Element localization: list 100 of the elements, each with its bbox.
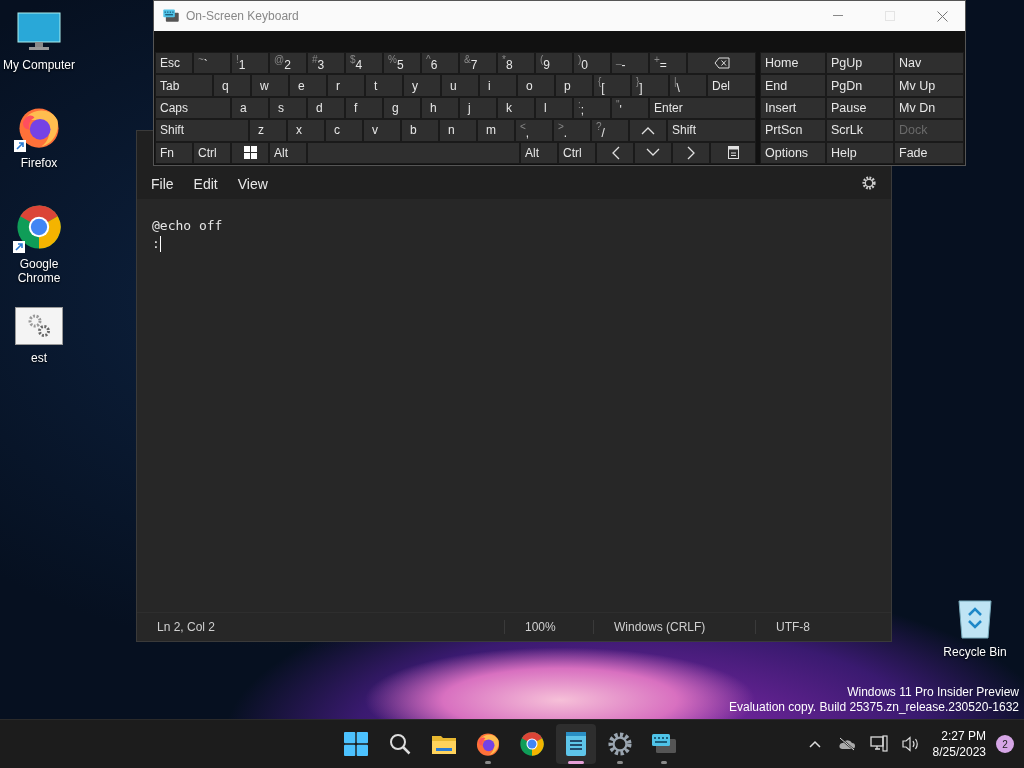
monitor-icon	[17, 12, 61, 52]
desktop-icon-label[interactable]: Firefox	[0, 156, 78, 170]
keyboard-key[interactable]: PgUp	[826, 52, 894, 75]
keyboard-key[interactable]: Alt	[520, 141, 558, 164]
keyboard-key[interactable]: d	[307, 96, 345, 120]
windows-key[interactable]	[231, 141, 269, 164]
menu-item[interactable]: File	[151, 172, 188, 196]
keyboard-key[interactable]: *8	[497, 52, 535, 75]
keyboard-key[interactable]: :;	[573, 96, 611, 120]
menu-item[interactable]: View	[237, 172, 282, 196]
keyboard-key[interactable]: p	[555, 74, 593, 97]
keyboard-key[interactable]: _-	[611, 52, 649, 75]
keyboard-key[interactable]: Nav	[894, 52, 964, 75]
keyboard-key[interactable]: z	[249, 119, 287, 142]
keyboard-key[interactable]: ?/	[591, 119, 629, 142]
recycle-bin-icon	[957, 597, 993, 639]
keyboard-key[interactable]: Shift	[155, 119, 249, 142]
keyboard-key[interactable]: w	[251, 74, 289, 97]
menu-key[interactable]	[710, 141, 756, 164]
keyboard-key[interactable]: a	[231, 96, 269, 120]
menu-item[interactable]: Edit	[193, 172, 232, 196]
keyboard-key[interactable]: Ctrl	[558, 141, 596, 164]
keyboard-key[interactable]: Pause	[826, 96, 894, 120]
left-chevron-icon	[610, 145, 620, 160]
chrome-icon	[15, 203, 63, 251]
keyboard-key[interactable]: y	[403, 74, 441, 97]
keyboard-key[interactable]: x	[287, 119, 325, 142]
desktop-icon-label[interactable]: Recycle Bin	[936, 645, 1014, 659]
keyboard-key[interactable]: c	[325, 119, 363, 142]
down-key[interactable]	[634, 141, 672, 164]
keyboard-key[interactable]: (9	[535, 52, 573, 75]
keyboard-key[interactable]: Options	[760, 141, 826, 164]
keyboard-key[interactable]: m	[477, 119, 515, 142]
keyboard-key[interactable]: <,	[515, 119, 553, 142]
left-key[interactable]	[596, 141, 634, 164]
keyboard-key[interactable]: h	[421, 96, 459, 120]
keyboard-key[interactable]: &7	[459, 52, 497, 75]
notification-badge[interactable]: 2	[996, 735, 1014, 753]
keyboard-key[interactable]: Enter	[649, 96, 756, 120]
keyboard-key[interactable]: r	[327, 74, 365, 97]
chevron-up-icon[interactable]	[808, 740, 821, 748]
keyboard-key[interactable]: {[	[593, 74, 631, 97]
keyboard-key[interactable]: |\	[669, 74, 707, 97]
keyboard-key[interactable]: ScrLk	[826, 119, 894, 142]
taskbar-button[interactable]	[556, 724, 596, 764]
keyboard-key[interactable]: Fade	[894, 141, 964, 164]
keyboard-key[interactable]: Insert	[760, 96, 826, 120]
keyboard-key[interactable]: b	[401, 119, 439, 142]
keyboard-key[interactable]: ~`	[193, 52, 231, 75]
keyboard-key[interactable]: n	[439, 119, 477, 142]
keyboard-key[interactable]: k	[497, 96, 535, 120]
keyboard-key[interactable]: +=	[649, 52, 687, 75]
keyboard-key[interactable]: Alt	[269, 141, 307, 164]
keyboard-key[interactable]: g	[383, 96, 421, 120]
keyboard-key[interactable]: Shift	[667, 119, 756, 142]
keyboard-key[interactable]: Help	[826, 141, 894, 164]
right-key[interactable]	[672, 141, 710, 164]
keyboard-key[interactable]: f	[345, 96, 383, 120]
keyboard-key[interactable]: Tab	[155, 74, 213, 97]
keyboard-key[interactable]: Caps	[155, 96, 231, 120]
keyboard-key[interactable]: Ctrl	[193, 141, 231, 164]
keyboard-key[interactable]: s	[269, 96, 307, 120]
keyboard-key[interactable]: }]	[631, 74, 669, 97]
text-editor[interactable]: @echo off :	[137, 199, 891, 612]
clock[interactable]: 2:27 PM 8/25/2023	[928, 728, 992, 760]
keyboard-key[interactable]: Home	[760, 52, 826, 75]
keyboard-key[interactable]: j	[459, 96, 497, 120]
keyboard-key[interactable]: l	[535, 96, 573, 120]
desktop-icon-label[interactable]: est	[0, 351, 78, 365]
up-key[interactable]	[629, 119, 667, 142]
keyboard-key[interactable]: PrtScn	[760, 119, 826, 142]
keyboard-key[interactable]: End	[760, 74, 826, 97]
keyboard-key[interactable]: u	[441, 74, 479, 97]
keyboard-key[interactable]: i	[479, 74, 517, 97]
keyboard-key[interactable]: Esc	[155, 52, 193, 75]
keyboard-key[interactable]: !1	[231, 52, 269, 75]
keyboard-key[interactable]: ^6	[421, 52, 459, 75]
keyboard-key[interactable]: )0	[573, 52, 611, 75]
cloud-off-icon[interactable]	[837, 737, 856, 751]
keyboard-key[interactable]: "'	[611, 96, 649, 120]
keyboard-key[interactable]: e	[289, 74, 327, 97]
keyboard-key[interactable]: @2	[269, 52, 307, 75]
volume-icon[interactable]	[901, 736, 920, 752]
keyboard-key[interactable]: #3	[307, 52, 345, 75]
keyboard-key[interactable]: o	[517, 74, 555, 97]
keyboard-key[interactable]: PgDn	[826, 74, 894, 97]
keyboard-key[interactable]: v	[363, 119, 401, 142]
network-icon[interactable]	[869, 735, 888, 753]
keyboard-key[interactable]: Mv Dn	[894, 96, 964, 120]
keyboard-key[interactable]: Del	[707, 74, 756, 97]
keyboard-key[interactable]: q	[213, 74, 251, 97]
keyboard-key[interactable]: >.	[553, 119, 591, 142]
keyboard-key[interactable]: Mv Up	[894, 74, 964, 97]
keyboard-key[interactable]: $4	[345, 52, 383, 75]
desktop-icon-label[interactable]: My Computer	[0, 58, 78, 72]
backspace-key[interactable]	[687, 52, 756, 75]
keyboard-key[interactable]: Fn	[155, 141, 193, 164]
keyboard-key[interactable]: t	[365, 74, 403, 97]
desktop-icon-label[interactable]: Google Chrome	[0, 257, 78, 285]
keyboard-key[interactable]: %5	[383, 52, 421, 75]
